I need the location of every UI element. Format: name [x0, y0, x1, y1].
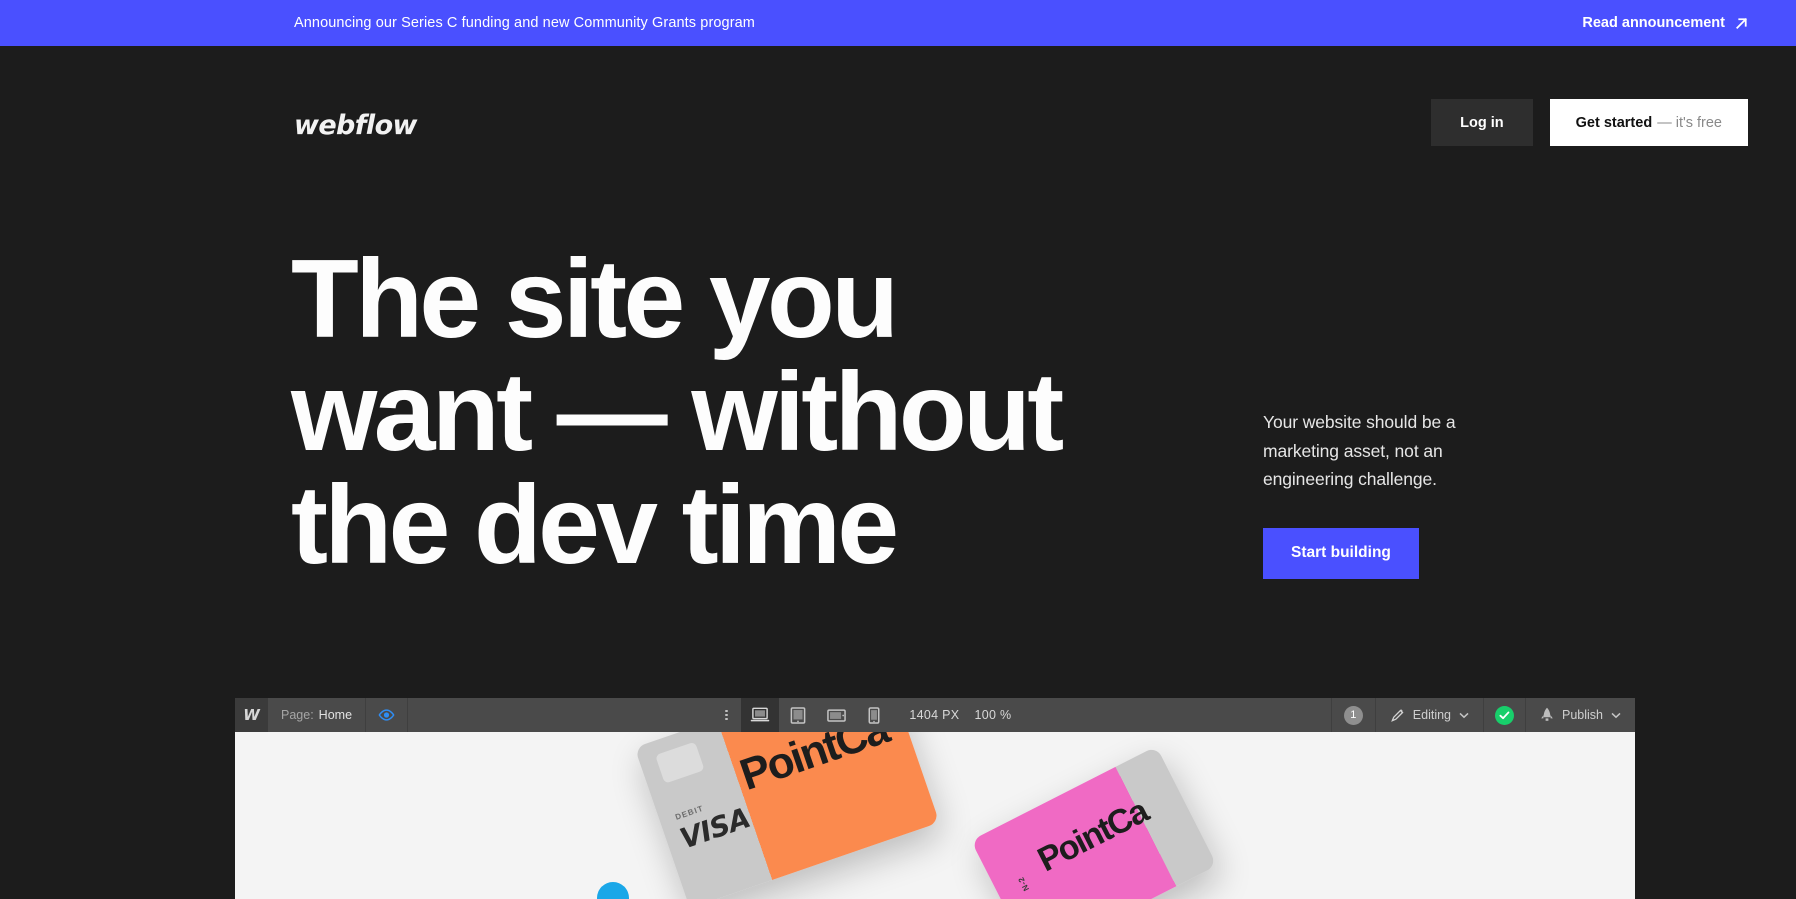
read-announcement-label: Read announcement: [1582, 15, 1725, 31]
tablet-landscape-icon: [827, 708, 846, 722]
pink-payment-card: N-2 PointCa: [970, 746, 1218, 899]
mobile-icon: [868, 706, 880, 724]
orange-card-brand: PointCa: [733, 732, 894, 800]
card-chip: [655, 741, 705, 784]
canvas-size-display[interactable]: 1404 PX 100 %: [893, 698, 1027, 732]
preview-toggle-button[interactable]: [366, 698, 409, 732]
headline-line-3: the dev time: [291, 463, 899, 587]
nav-actions: Log in Get started — it's free: [1431, 99, 1748, 146]
page-selector-value: Home: [318, 708, 353, 722]
chevron-down-icon: [1611, 712, 1621, 718]
page-selector[interactable]: Page: Home: [268, 698, 367, 732]
tablet-breakpoint-button[interactable]: [779, 698, 817, 732]
designer-logo-button[interactable]: W: [235, 698, 268, 732]
designer-window: W Page: Home 1404 PX 100 % 1 Editing Pub…: [235, 698, 1635, 899]
toolbar-spacer-right: [1027, 698, 1330, 732]
editing-mode-label: Editing: [1412, 708, 1452, 722]
kebab-menu-icon: [725, 708, 728, 722]
hero-side-column: Your website should be a marketing asset…: [1263, 408, 1523, 579]
start-building-button[interactable]: Start building: [1263, 527, 1419, 579]
get-started-subtext: — it's free: [1657, 114, 1722, 131]
top-nav: webflow Log in Get started — it's free: [0, 46, 1796, 166]
chevron-down-icon: [1459, 712, 1469, 718]
arrow-up-right-icon: [1736, 17, 1747, 29]
designer-toolbar: W Page: Home 1404 PX 100 % 1 Editing Pub…: [235, 698, 1635, 732]
toolbar-right-group: 1 Editing Publish: [1330, 698, 1635, 732]
publish-label: Publish: [1562, 708, 1604, 722]
tablet-icon: [791, 706, 806, 724]
collaborator-count-badge: 1: [1343, 705, 1363, 725]
publish-dropdown[interactable]: Publish: [1525, 698, 1635, 732]
desktop-icon: [751, 707, 770, 722]
page-root: Announcing our Series C funding and new …: [0, 0, 1796, 899]
get-started-button[interactable]: Get started — it's free: [1549, 99, 1748, 146]
blue-circle-decoration: [597, 882, 629, 899]
zoom-level-value: 100 %: [974, 708, 1012, 722]
collaborators-button[interactable]: 1: [1330, 698, 1375, 732]
webflow-logo[interactable]: webflow: [294, 110, 417, 141]
get-started-label: Get started: [1575, 114, 1653, 131]
desktop-breakpoint-button[interactable]: [741, 698, 780, 732]
toolbar-overflow-menu[interactable]: [711, 698, 741, 732]
tablet-landscape-breakpoint-button[interactable]: [817, 698, 855, 732]
pen-icon: [1390, 708, 1404, 722]
editing-mode-dropdown[interactable]: Editing: [1374, 698, 1483, 732]
hero-subtext: Your website should be a marketing asset…: [1263, 412, 1456, 489]
mobile-breakpoint-button[interactable]: [855, 698, 893, 732]
canvas-width-value: 1404 PX: [909, 708, 960, 722]
pink-card-brand: PointCa: [1031, 792, 1154, 880]
headline-line-1: The site you: [291, 237, 899, 361]
save-status-indicator[interactable]: [1483, 698, 1525, 732]
headline-line-2: want — without: [291, 350, 1064, 474]
pink-card-code: N-2: [1016, 875, 1032, 893]
check-circle-icon: [1495, 705, 1515, 725]
toolbar-spacer-left: [408, 698, 711, 732]
hero-headline: The site you want — without the dev time: [291, 243, 1111, 582]
announcement-text: Announcing our Series C funding and new …: [294, 15, 755, 31]
announcement-banner: Announcing our Series C funding and new …: [0, 0, 1796, 46]
designer-canvas[interactable]: DEBIT VISA N-2 PointCa N-2 PointCa: [235, 732, 1635, 899]
log-in-button[interactable]: Log in: [1431, 99, 1533, 146]
read-announcement-link[interactable]: Read announcement: [1582, 15, 1749, 31]
orange-payment-card: DEBIT VISA N-2 PointCa: [634, 732, 940, 899]
rocket-icon: [1541, 707, 1553, 721]
page-selector-label: Page:: [281, 708, 314, 722]
eye-icon: [378, 709, 395, 721]
